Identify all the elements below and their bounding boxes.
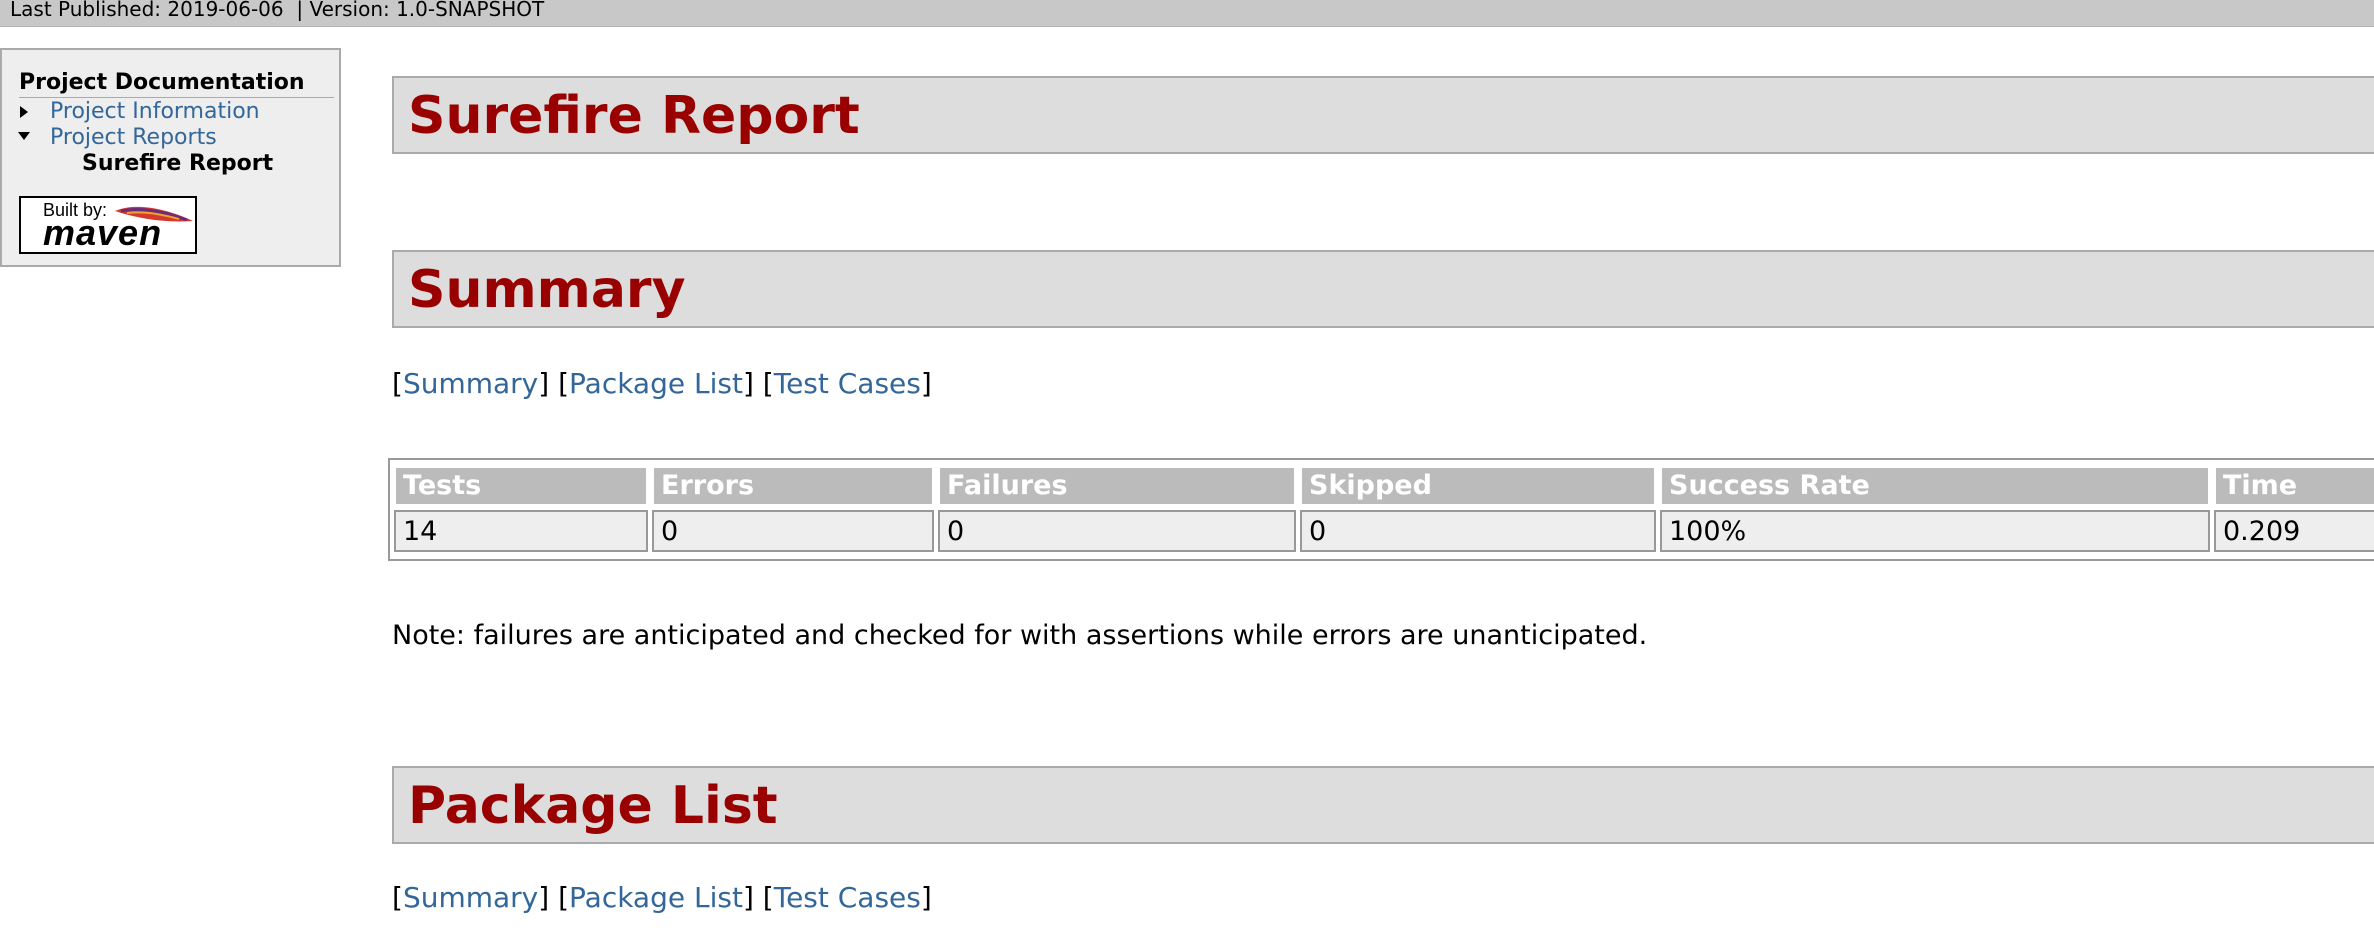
bracket-open: [: [762, 881, 774, 914]
table-cell-success-rate: 100%: [1660, 510, 2210, 552]
table-header-skipped: Skipped: [1300, 466, 1656, 506]
bracket-close: ]: [538, 881, 550, 914]
page-title-bar: Surefire Report: [392, 76, 2374, 154]
table-cell-errors: 0: [652, 510, 934, 552]
package-list-heading: Package List: [408, 776, 778, 836]
bracket-close: ]: [742, 367, 754, 400]
bracket-close: ]: [742, 881, 754, 914]
nav-item-project-reports[interactable]: Project Reports: [50, 125, 217, 151]
table-header-time: Time: [2214, 466, 2374, 506]
section-links-bottom: [Summary] [Package List] [Test Cases]: [392, 882, 932, 914]
summary-section-header: Summary: [392, 250, 2374, 328]
left-navigation: Project Documentation Project Informatio…: [0, 48, 341, 267]
package-list-section-header: Package List: [392, 766, 2374, 844]
summary-link[interactable]: Summary: [403, 881, 538, 914]
table-cell-time: 0.209: [2214, 510, 2374, 552]
built-by-maven-badge[interactable]: Built by: maven: [19, 196, 197, 254]
package-list-link[interactable]: Package List: [569, 367, 743, 400]
nav-link-project-reports[interactable]: Project Reports: [50, 125, 217, 150]
table-cell-tests: 14: [394, 510, 648, 552]
table-header-failures: Failures: [938, 466, 1296, 506]
page-title: Surefire Report: [408, 86, 860, 146]
nav-link-project-information[interactable]: Project Information: [50, 99, 260, 124]
test-cases-link[interactable]: Test Cases: [774, 367, 921, 400]
expanded-arrow-icon[interactable]: [18, 132, 30, 140]
maven-wordmark: maven: [43, 212, 163, 253]
table-cell-skipped: 0: [1300, 510, 1656, 552]
bracket-close: ]: [920, 367, 932, 400]
summary-link[interactable]: Summary: [403, 367, 538, 400]
nav-item-project-information[interactable]: Project Information: [50, 99, 260, 125]
bracket-close: ]: [920, 881, 932, 914]
collapsed-arrow-icon[interactable]: [20, 106, 28, 118]
bracket-open: [: [392, 367, 403, 400]
bracket-open: [: [392, 881, 403, 914]
bracket-open: [: [762, 367, 774, 400]
summary-table: Tests Errors Failures Skipped Success Ra…: [388, 458, 2374, 561]
table-header-success-rate: Success Rate: [1660, 466, 2210, 506]
package-list-link[interactable]: Package List: [569, 881, 743, 914]
nav-current-surefire-report: Surefire Report: [82, 151, 274, 176]
table-cell-failures: 0: [938, 510, 1296, 552]
test-cases-link[interactable]: Test Cases: [774, 881, 921, 914]
nav-heading: Project Documentation: [19, 70, 334, 98]
failures-note: Note: failures are anticipated and check…: [392, 620, 1648, 651]
nav-item-surefire-report: Surefire Report: [82, 151, 273, 177]
top-banner: Last Published: 2019-06-06 | Version: 1.…: [0, 0, 2374, 27]
section-links: [Summary] [Package List] [Test Cases]: [392, 368, 932, 400]
bracket-open: [: [558, 367, 570, 400]
table-header-errors: Errors: [652, 466, 934, 506]
publish-info: Last Published: 2019-06-06 | Version: 1.…: [10, 0, 545, 21]
summary-heading: Summary: [408, 260, 686, 320]
bracket-close: ]: [538, 367, 550, 400]
bracket-open: [: [558, 881, 570, 914]
table-header-tests: Tests: [394, 466, 648, 506]
